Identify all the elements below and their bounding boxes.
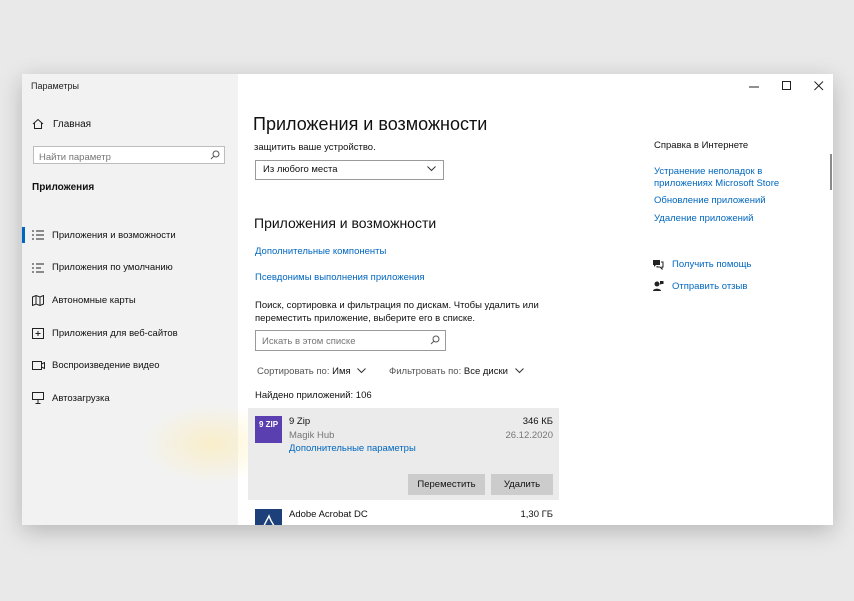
maximize-icon[interactable] <box>782 81 792 91</box>
app-publisher: Magik Hub <box>289 430 335 441</box>
sidebar-item-label: Воспроизведение видео <box>52 360 160 372</box>
chevron-down-icon <box>357 368 367 374</box>
sidebar-item-label: Приложения и возможности <box>52 229 176 241</box>
home-link[interactable]: Главная <box>32 118 91 130</box>
sidebar-item-video-playback[interactable]: Воспроизведение видео <box>22 349 238 382</box>
scrollbar-thumb[interactable] <box>830 154 832 190</box>
app-item[interactable]: Adobe Acrobat DC 1,30 ГБ <box>248 504 559 525</box>
app-execution-aliases-link[interactable]: Псевдонимы выполнения приложения <box>255 272 425 283</box>
sidebar: Параметры Главная Приложения Приложения … <box>22 74 282 525</box>
app-name: 9 Zip <box>289 416 311 427</box>
search-icon[interactable] <box>430 335 440 345</box>
startup-icon <box>31 392 45 405</box>
app-item-selected[interactable]: 9 ZIP 9 Zip Magik Hub Дополнительные пар… <box>248 408 559 500</box>
sidebar-item-offline-maps[interactable]: Автономные карты <box>22 284 238 317</box>
chevron-down-icon <box>427 166 436 172</box>
install-source-caption: защитить ваше устройство. <box>254 142 376 153</box>
help-title: Справка в Интернете <box>654 140 749 151</box>
apps-search-input[interactable] <box>256 332 433 351</box>
optional-features-link[interactable]: Дополнительные компоненты <box>255 246 386 257</box>
sidebar-item-label: Приложения по умолчанию <box>52 262 173 274</box>
filter-label: Фильтровать по: <box>389 366 462 377</box>
home-label: Главная <box>53 118 92 130</box>
settings-search[interactable] <box>33 146 225 165</box>
sort-control[interactable]: Сортировать по: Имя <box>257 366 367 377</box>
home-icon <box>32 118 44 129</box>
sidebar-item-web-apps[interactable]: Приложения для веб-сайтов <box>22 317 238 350</box>
feedback-icon <box>653 281 664 291</box>
app-icon-acrobat <box>255 509 282 525</box>
move-button[interactable]: Переместить <box>408 474 485 495</box>
help-link-update[interactable]: Обновление приложений <box>654 195 814 207</box>
settings-search-input[interactable] <box>34 150 209 165</box>
web-app-icon <box>31 327 45 339</box>
get-help-label: Получить помощь <box>672 259 752 270</box>
apps-count: Найдено приложений: 106 <box>255 390 372 401</box>
help-chat-icon <box>653 260 664 270</box>
page-title: Приложения и возможности <box>253 114 488 134</box>
sidebar-item-default-apps[interactable]: Приложения по умолчанию <box>22 252 238 285</box>
app-icon-text: 9 ZIP <box>258 420 279 429</box>
sort-label: Сортировать по: <box>257 366 330 377</box>
help-link-uninstall[interactable]: Удаление приложений <box>654 213 814 225</box>
minimize-icon[interactable] <box>749 82 759 92</box>
install-source-dropdown[interactable]: Из любого места <box>255 160 444 180</box>
sidebar-item-label: Приложения для веб-сайтов <box>52 327 178 339</box>
sidebar-item-label: Автозагрузка <box>52 392 110 404</box>
list-default-icon <box>31 263 45 273</box>
sort-value: Имя <box>332 366 351 377</box>
settings-window: Параметры Главная Приложения Приложения … <box>22 74 833 525</box>
sidebar-item-label: Автономные карты <box>52 294 136 306</box>
sidebar-item-startup[interactable]: Автозагрузка <box>22 382 238 415</box>
chevron-down-icon <box>514 368 524 374</box>
dropdown-value: Из любого места <box>263 164 338 175</box>
filter-control[interactable]: Фильтровать по: Все диски <box>389 366 524 377</box>
help-link-troubleshoot[interactable]: Устранение неполадок в приложениях Micro… <box>654 166 814 190</box>
list-icon <box>31 230 45 240</box>
app-size: 1,30 ГБ <box>520 509 553 520</box>
video-icon <box>31 361 45 371</box>
apps-search[interactable] <box>255 330 446 351</box>
feedback-link[interactable]: Отправить отзыв <box>652 280 747 292</box>
filter-value: Все диски <box>463 366 508 377</box>
acrobat-icon <box>263 514 275 525</box>
app-size: 346 КБ <box>522 416 553 427</box>
app-date: 26.12.2020 <box>505 430 553 441</box>
app-icon-9zip: 9 ZIP <box>255 416 282 443</box>
window-title: Параметры <box>31 81 79 91</box>
sidebar-section-title: Приложения <box>32 182 95 193</box>
close-icon[interactable] <box>814 81 824 91</box>
app-name: Adobe Acrobat DC <box>289 509 368 520</box>
map-icon <box>31 294 45 306</box>
search-icon[interactable] <box>210 150 220 160</box>
sidebar-nav: Приложения и возможности Приложения по у… <box>22 219 238 415</box>
sidebar-item-apps-features[interactable]: Приложения и возможности <box>22 219 238 252</box>
section-title: Приложения и возможности <box>254 215 437 231</box>
apps-description: Поиск, сортировка и фильтрация по дискам… <box>255 300 539 324</box>
advanced-options-link[interactable]: Дополнительные параметры <box>289 443 416 454</box>
get-help-link[interactable]: Получить помощь <box>652 259 751 270</box>
main-content: Приложения и возможности защитить ваше у… <box>238 74 833 525</box>
feedback-label: Отправить отзыв <box>672 280 748 292</box>
uninstall-button[interactable]: Удалить <box>491 474 553 495</box>
